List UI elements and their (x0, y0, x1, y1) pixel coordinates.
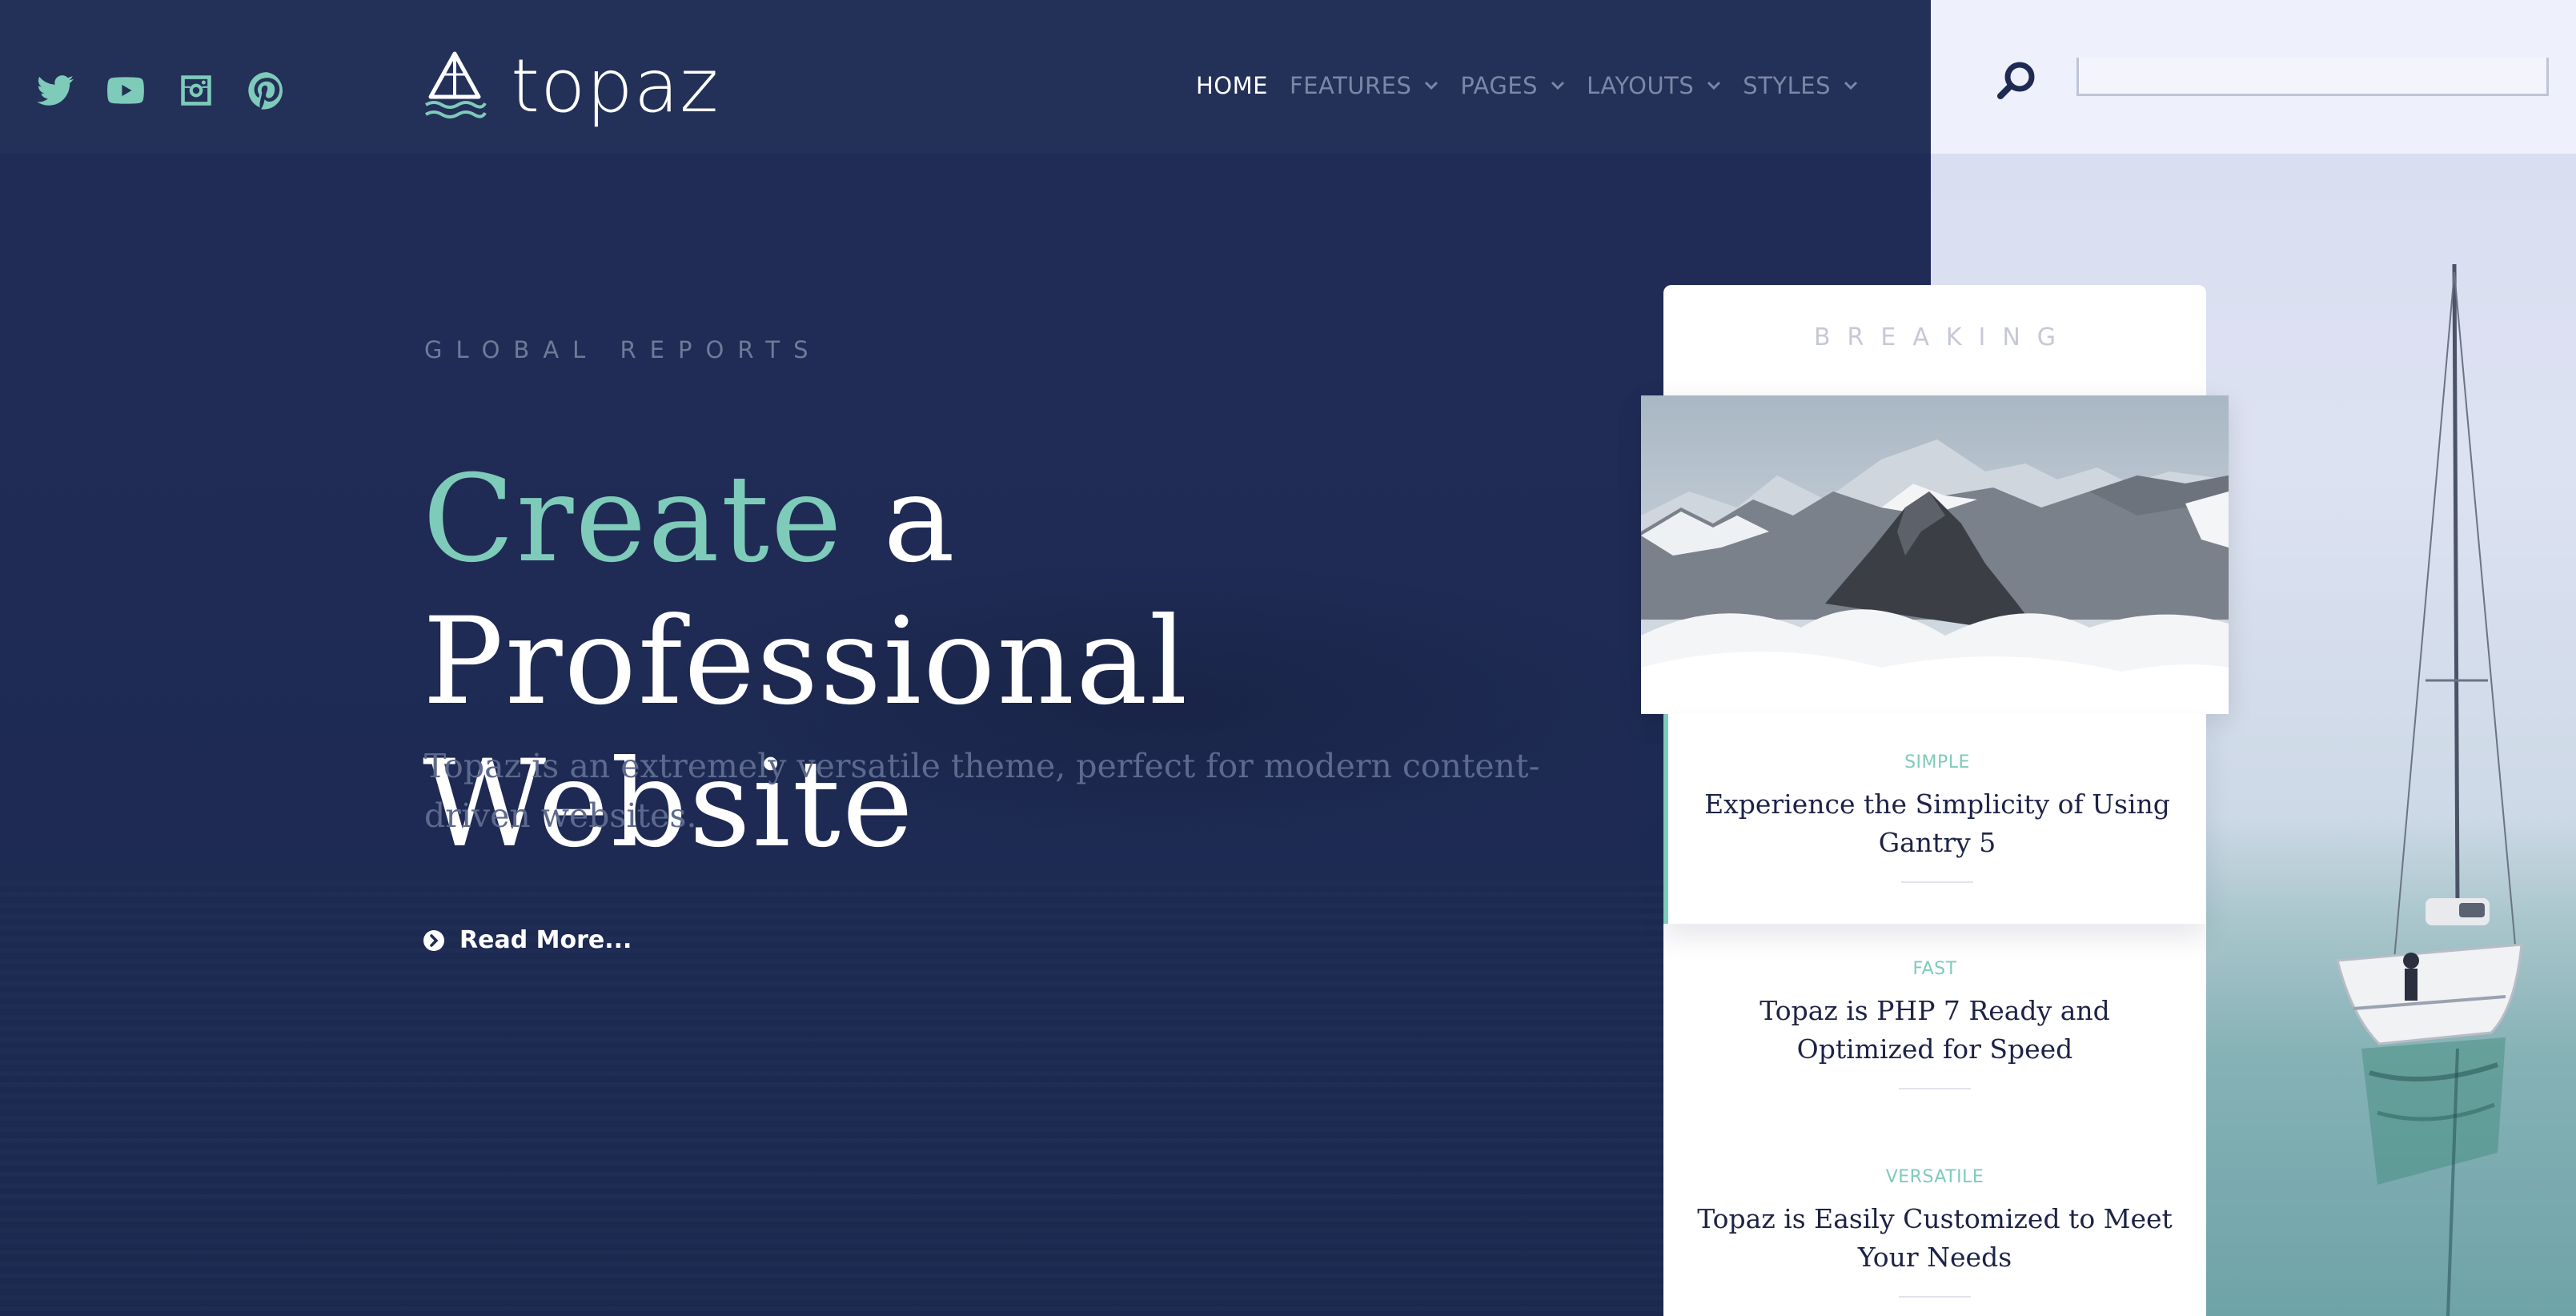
story-divider (1901, 881, 1973, 883)
read-more-label: Read More... (459, 926, 632, 954)
site-logo[interactable]: topaz (423, 50, 719, 123)
chevron-circle-right-icon (423, 929, 444, 951)
story-title[interactable]: Topaz is PHP 7 Ready and Optimized for S… (1695, 992, 2175, 1069)
nav-item-label: STYLES (1743, 72, 1832, 99)
logo-text: topaz (511, 43, 720, 129)
sailboat-illustration (2336, 263, 2523, 1316)
chevron-down-icon (1844, 81, 1858, 90)
search-icon[interactable] (1995, 59, 2038, 102)
mountain-image[interactable] (1641, 395, 2229, 714)
story-divider (1899, 1296, 1971, 1298)
main-nav: HOME FEATURES PAGES LAYOUTS STYLES (1196, 72, 1858, 99)
read-more-link[interactable]: Read More... (423, 926, 632, 954)
nav-item-label: LAYOUTS (1587, 72, 1695, 99)
nav-item-label: HOME (1196, 72, 1268, 99)
nav-item-pages[interactable]: PAGES (1460, 72, 1565, 99)
sailboat-logo-icon (424, 51, 487, 118)
breaking-story[interactable]: SIMPLE Experience the Simplicity of Usin… (1663, 714, 2206, 924)
chevron-down-icon (1425, 81, 1438, 90)
story-divider (1899, 1088, 1971, 1089)
headline-accent: Create (423, 450, 844, 589)
nav-item-features[interactable]: FEATURES (1290, 72, 1438, 99)
story-category: FAST (1912, 959, 1957, 979)
chevron-down-icon (1551, 81, 1565, 90)
youtube-icon[interactable] (106, 70, 146, 110)
story-category: SIMPLE (1904, 752, 1970, 772)
nav-item-layouts[interactable]: LAYOUTS (1587, 72, 1721, 99)
breaking-title: BREAKING (1813, 323, 2073, 351)
search-input[interactable] (2076, 58, 2549, 96)
nav-item-label: FEATURES (1289, 72, 1412, 99)
social-links (35, 70, 287, 110)
story-category: VERSATILE (1885, 1167, 1984, 1187)
nav-item-styles[interactable]: STYLES (1743, 72, 1858, 99)
hero-subtext: Topaz is an extremely versatile theme, p… (424, 747, 1540, 835)
nav-item-home[interactable]: HOME (1196, 72, 1268, 99)
instagram-icon[interactable] (176, 70, 216, 110)
breaking-story[interactable]: VERSATILE Topaz is Easily Customized to … (1663, 1167, 2206, 1298)
story-title[interactable]: Experience the Simplicity of Using Gantr… (1697, 785, 2177, 862)
twitter-icon[interactable] (35, 70, 75, 110)
story-title[interactable]: Topaz is Easily Customized to Meet Your … (1695, 1200, 2175, 1277)
breaking-story[interactable]: FAST Topaz is PHP 7 Ready and Optimized … (1663, 959, 2206, 1089)
pinterest-icon[interactable] (247, 70, 287, 110)
chevron-down-icon (1707, 81, 1721, 90)
hero-eyebrow: GLOBAL REPORTS (424, 336, 822, 363)
nav-item-label: PAGES (1460, 72, 1539, 99)
